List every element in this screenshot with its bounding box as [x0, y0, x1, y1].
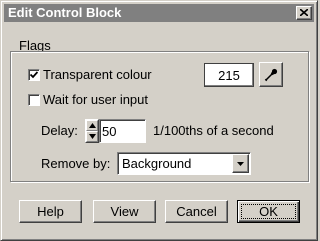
transparent-colour-check-box[interactable]	[28, 68, 40, 81]
colour-value-box: 215	[204, 63, 254, 87]
cancel-button-label: Cancel	[176, 204, 217, 219]
delay-input[interactable]	[99, 119, 146, 143]
colour-value: 215	[218, 67, 240, 83]
transparent-colour-label[interactable]: Transparent colour	[43, 67, 152, 82]
wait-for-input-checkbox[interactable]: Wait for user input	[28, 92, 148, 107]
remove-by-select[interactable]: Background	[117, 152, 251, 175]
dropdown-button[interactable]	[232, 154, 249, 173]
spin-down-button[interactable]	[86, 131, 98, 142]
window-title: Edit Control Block	[8, 5, 122, 20]
spin-up-button[interactable]	[86, 120, 98, 131]
delay-spinner[interactable]	[85, 119, 99, 143]
ok-button[interactable]: OK	[237, 200, 300, 223]
delay-label: Delay:	[41, 123, 78, 138]
remove-by-label: Remove by:	[41, 156, 111, 171]
colour-picker-button[interactable]	[259, 62, 283, 87]
wait-for-input-check-box[interactable]	[28, 93, 40, 106]
view-button[interactable]: View	[93, 200, 156, 223]
dialog-window: Edit Control Block Flags Transparent col…	[0, 0, 318, 241]
title-bar[interactable]: Edit Control Block	[4, 4, 314, 22]
help-button-label: Help	[37, 204, 64, 219]
help-button[interactable]: Help	[19, 200, 82, 223]
wait-for-input-label[interactable]: Wait for user input	[43, 92, 148, 107]
remove-by-value: Background	[122, 156, 192, 171]
close-button[interactable]	[296, 6, 312, 20]
triangle-down-icon	[237, 162, 244, 166]
checkmark-icon	[30, 70, 38, 78]
focus-rectangle	[241, 204, 296, 219]
close-icon	[300, 9, 308, 16]
view-button-label: View	[110, 204, 139, 219]
triangle-up-icon	[89, 123, 96, 128]
cancel-button[interactable]: Cancel	[165, 200, 228, 223]
triangle-down-icon	[89, 134, 96, 139]
delay-unit-label: 1/100ths of a second	[153, 123, 274, 138]
eyedropper-icon	[264, 68, 278, 81]
transparent-colour-checkbox[interactable]: Transparent colour	[28, 67, 152, 82]
